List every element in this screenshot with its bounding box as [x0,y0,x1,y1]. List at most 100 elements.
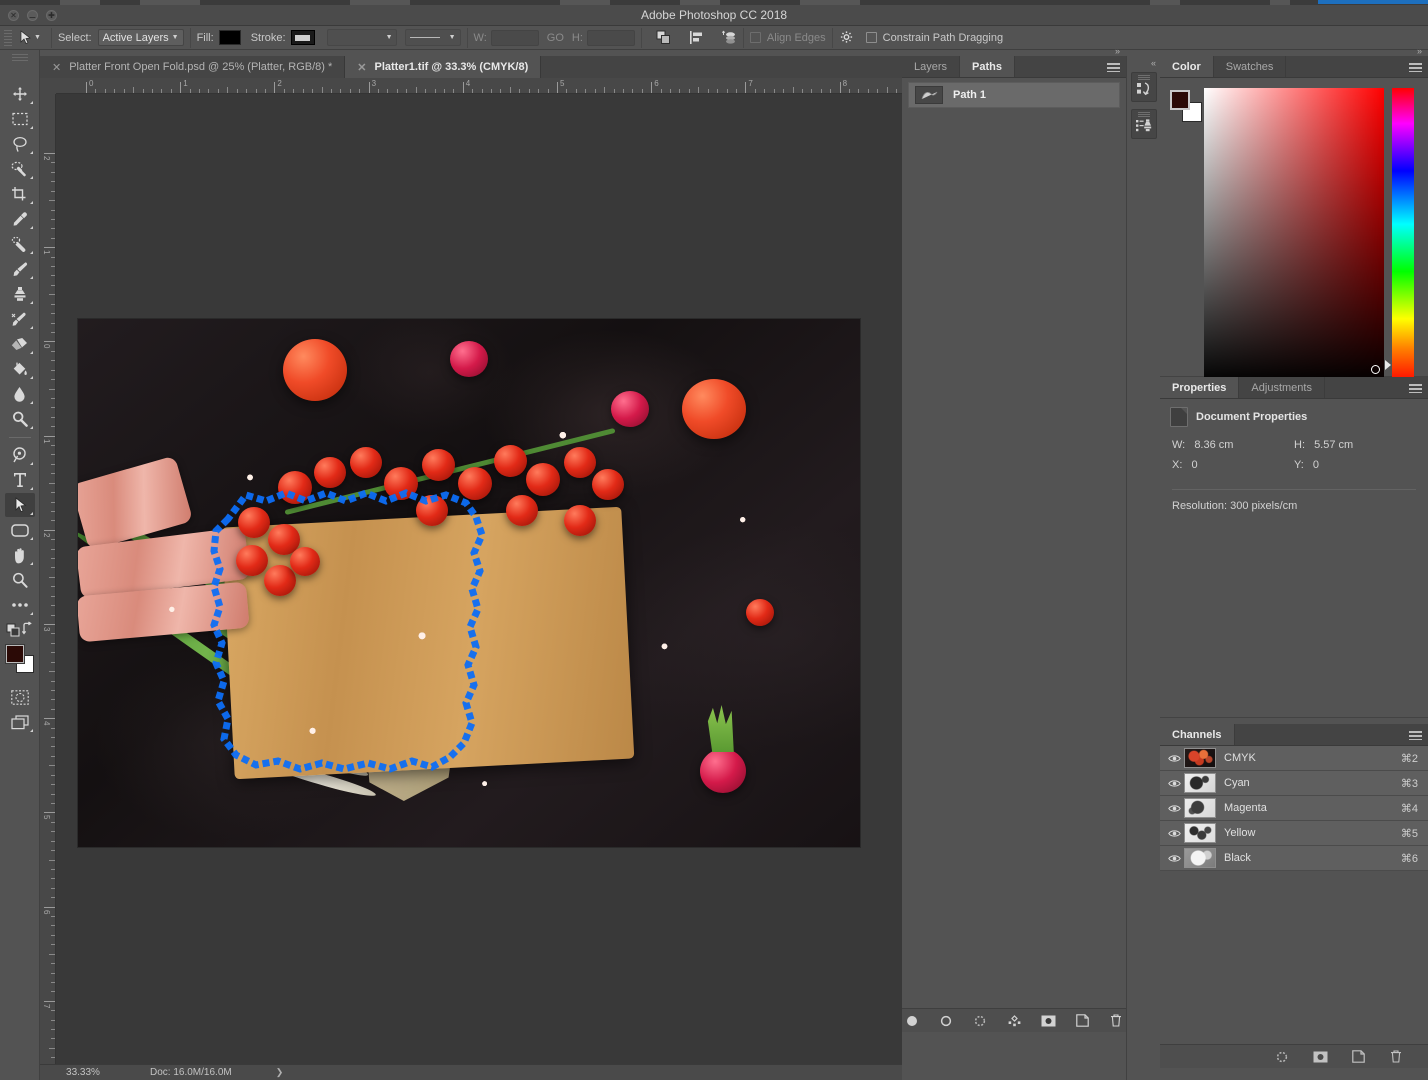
vertical-ruler[interactable]: 2 1 0 1 2 3 4 5 6 7 [40,94,56,1078]
blur-tool[interactable] [5,382,35,406]
color-picker-body[interactable] [1160,78,1428,384]
channel-row-cmyk[interactable]: CMYK ⌘2 [1160,746,1428,771]
delete-channel-button[interactable] [1388,1049,1404,1065]
fill-color-swatch[interactable] [218,30,241,45]
dodge-tool[interactable] [5,407,35,431]
spot-healing-brush-tool[interactable] [5,232,35,256]
active-tool-preset-picker[interactable]: ▼ [15,30,45,45]
horizontal-ruler[interactable]: 0 1 2 3 4 5 6 7 8 [40,78,926,94]
eye-icon[interactable] [1164,829,1184,838]
quick-mask-button[interactable] [5,685,35,709]
tab-channels[interactable]: Channels [1160,724,1235,745]
tab-adjustments[interactable]: Adjustments [1239,377,1325,398]
channel-row-yellow[interactable]: Yellow ⌘5 [1160,821,1428,846]
add-layer-mask-button[interactable] [1040,1013,1056,1029]
foreground-color-swatch[interactable] [4,644,25,664]
actions-panel-button[interactable] [1131,72,1157,102]
channels-list[interactable]: CMYK ⌘2 Cyan ⌘3 Magenta ⌘4 Yellow ⌘5 Bla… [1160,746,1428,1068]
y-value[interactable]: 0 [1313,459,1319,471]
document-image[interactable] [78,319,860,847]
canvas-area[interactable]: 0 1 2 3 4 5 6 7 8 2 1 0 1 2 3 4 5 6 7 [40,78,926,1078]
tab-swatches[interactable]: Swatches [1213,56,1287,77]
align-edges-checkbox[interactable] [749,32,761,43]
rectangular-marquee-tool[interactable] [5,107,35,131]
edit-toolbar-button[interactable] [5,593,35,617]
move-tool[interactable] [5,82,35,106]
hand-tool[interactable] [5,543,35,567]
path-operations-icon[interactable] [656,30,671,45]
zoom-level[interactable]: 33.33% [40,1067,126,1078]
new-channel-button[interactable] [1350,1049,1366,1065]
double-chevron-left-icon[interactable]: « [1151,58,1156,68]
close-icon[interactable]: ✕ [52,61,61,74]
select-dropdown[interactable]: Active Layers ▼ [97,29,184,46]
panel-menu-icon[interactable] [1409,731,1422,740]
pen-tool[interactable] [5,443,35,467]
hue-slider-handle[interactable] [1385,360,1391,370]
delete-path-button[interactable] [1108,1013,1124,1029]
gear-icon[interactable] [839,30,854,45]
document-size-info[interactable]: Doc: 16.0M/16.0M [126,1067,232,1078]
tab-paths[interactable]: Paths [960,56,1015,77]
crop-tool[interactable] [5,182,35,206]
default-and-swap-colors[interactable] [5,618,35,640]
load-path-as-selection-button[interactable] [972,1013,988,1029]
history-brush-tool[interactable] [5,307,35,331]
eye-icon[interactable] [1164,779,1184,788]
history-panel-button[interactable] [1131,109,1157,139]
constrain-path-dragging-checkbox[interactable] [865,32,877,43]
stroke-path-button[interactable] [938,1013,954,1029]
channel-row-cyan[interactable]: Cyan ⌘3 [1160,771,1428,796]
load-channel-as-selection-button[interactable] [1274,1049,1290,1065]
tools-panel-grip[interactable] [11,54,28,62]
height-input[interactable] [586,29,635,46]
tab-color[interactable]: Color [1160,56,1214,77]
stroke-style-dropdown[interactable]: ▼ [404,29,461,46]
options-bar-grip[interactable] [4,29,12,46]
eye-icon[interactable] [1164,854,1184,863]
foreground-background-color[interactable] [4,644,34,673]
eye-icon[interactable] [1164,804,1184,813]
document-tab-platter-front-open-fold[interactable]: ✕ Platter Front Open Fold.psd @ 25% (Pla… [40,56,346,78]
foreground-color-swatch[interactable] [1170,90,1190,110]
double-chevron-right-icon[interactable]: » [1115,46,1120,56]
save-selection-as-channel-button[interactable] [1312,1049,1328,1065]
panel-menu-icon[interactable] [1409,63,1422,72]
brush-tool[interactable] [5,257,35,281]
path-alignment-icon[interactable] [689,30,704,45]
channel-row-magenta[interactable]: Magenta ⌘4 [1160,796,1428,821]
document-tab-platter1[interactable]: ✕ Platter1.tif @ 33.3% (CMYK/8) [345,56,542,78]
eye-icon[interactable] [1164,754,1184,763]
stroke-color-swatch[interactable] [290,30,315,45]
path-selection-tool[interactable] [4,493,35,517]
spectrum-picker-handle[interactable] [1371,365,1380,374]
link-dimensions-button[interactable]: GO [547,32,564,44]
rectangle-tool[interactable] [5,518,35,542]
fill-path-button[interactable] [904,1013,920,1029]
channel-row-black[interactable]: Black ⌘6 [1160,846,1428,871]
x-value[interactable]: 0 [1191,459,1197,471]
eraser-tool[interactable] [5,332,35,356]
new-path-button[interactable] [1074,1013,1090,1029]
width-value[interactable]: 8.36 cm [1194,439,1233,451]
hue-slider[interactable] [1392,88,1414,384]
lasso-tool[interactable] [5,132,35,156]
width-input[interactable] [490,29,539,46]
double-chevron-right-icon[interactable]: » [1417,46,1422,56]
make-work-path-button[interactable] [1006,1013,1022,1029]
panel-menu-icon[interactable] [1107,63,1120,72]
tab-properties[interactable]: Properties [1160,377,1240,398]
screen-mode-button[interactable] [5,710,35,734]
type-tool[interactable] [5,468,35,492]
height-value[interactable]: 5.57 cm [1314,439,1353,451]
chevron-right-icon[interactable]: ❯ [276,1067,284,1078]
color-panel-fg-bg[interactable] [1170,90,1202,122]
zoom-tool[interactable] [5,568,35,592]
eyedropper-tool[interactable] [5,207,35,231]
paths-list[interactable]: Path 1 [902,82,1126,1032]
color-spectrum-field[interactable] [1204,88,1384,384]
stroke-width-field[interactable]: ▼ [326,29,397,46]
close-icon[interactable]: ✕ [357,61,366,74]
canvas-background[interactable] [56,94,902,1068]
path-arrangement-icon[interactable] [721,30,737,45]
